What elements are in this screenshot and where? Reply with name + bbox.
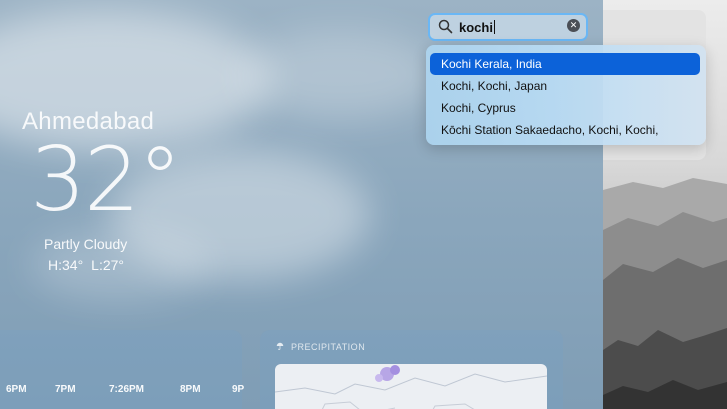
text-cursor bbox=[493, 20, 495, 34]
search-icon bbox=[438, 19, 453, 39]
clear-icon[interactable]: ✕ bbox=[567, 19, 580, 32]
mountain-scenery bbox=[603, 178, 727, 409]
precipitation-title: PRECIPITATION bbox=[276, 342, 365, 352]
search-input[interactable]: kochi bbox=[459, 20, 495, 35]
high-temp: H:34° bbox=[48, 257, 84, 273]
suggestion-item[interactable]: Kochi, Kochi, Japan bbox=[430, 75, 700, 97]
search-suggestions: Kochi Kerala, India Kochi, Kochi, Japan … bbox=[426, 45, 706, 145]
precipitation-label: PRECIPITATION bbox=[291, 342, 366, 352]
suggestion-item[interactable]: Kōchi Station Sakaedacho, Kochi, Kochi, bbox=[430, 119, 700, 141]
precipitation-card[interactable]: PRECIPITATION bbox=[260, 330, 563, 409]
hour-label: 9P bbox=[232, 384, 245, 395]
search-query: kochi bbox=[459, 20, 493, 35]
low-temp: L:27° bbox=[91, 257, 125, 273]
suggestion-item[interactable]: Kochi, Cyprus bbox=[430, 97, 700, 119]
search-field[interactable]: kochi ✕ bbox=[428, 13, 588, 41]
hour-label: 8PM bbox=[180, 384, 201, 395]
hour-label: 7PM bbox=[55, 384, 76, 395]
hourly-forecast-card[interactable]: 6PM 7PM 7:26PM 8PM 9P bbox=[0, 330, 245, 409]
weather-condition: Partly Cloudy bbox=[44, 236, 128, 252]
hour-label: 7:26PM bbox=[109, 384, 145, 395]
precipitation-map[interactable] bbox=[275, 364, 547, 409]
hour-label: 6PM bbox=[6, 384, 27, 395]
current-temperature: 32° bbox=[30, 128, 182, 231]
cloud-background bbox=[240, 30, 440, 120]
high-low: H:34° L:27° bbox=[48, 257, 132, 273]
umbrella-icon bbox=[276, 342, 287, 352]
suggestion-item[interactable]: Kochi Kerala, India bbox=[430, 53, 700, 75]
